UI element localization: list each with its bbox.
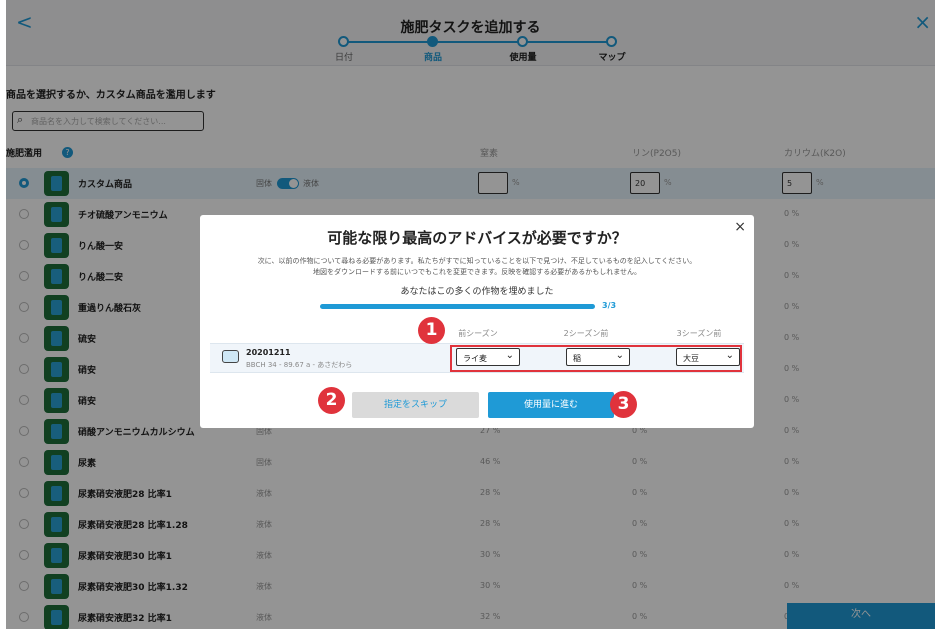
advice-modal: × 可能な限り最高のアドバイスが必要ですか？ 次に、以前の作物について尋ねる必要… bbox=[200, 215, 754, 428]
annotation-badge-2: 2 bbox=[318, 387, 345, 414]
modal-title: 可能な限り最高のアドバイスが必要ですか？ bbox=[327, 229, 627, 247]
chevron-down-icon: ⌄ bbox=[615, 350, 624, 361]
annotation-badge-1: 1 bbox=[418, 317, 445, 344]
column-prev-season: 前シーズン bbox=[458, 329, 498, 338]
crops-filled-label: あなたはこの多くの作物を埋めました bbox=[400, 287, 554, 297]
modal-description-line1: 次に、以前の作物について尋ねる必要があります。私たちがすでに知っていることを以下… bbox=[257, 257, 697, 265]
crop-select-prev-season[interactable]: ライ麦 ⌄ bbox=[456, 348, 520, 366]
crops-progress-bar bbox=[320, 304, 595, 309]
crop-select-3-seasons-ago[interactable]: 大豆 ⌄ bbox=[676, 348, 740, 366]
annotation-badge-3: 3 bbox=[610, 391, 637, 418]
modal-description-line2: 地図をダウンロードする前にいつでもこれを変更できます。反映を確認する必要があるか… bbox=[312, 268, 642, 276]
field-name: 20201211 bbox=[246, 348, 291, 357]
modal-description: 次に、以前の作物について尋ねる必要があります。私たちがすでに知っていることを以下… bbox=[224, 256, 730, 278]
chevron-down-icon: ⌄ bbox=[725, 350, 734, 361]
crop-select-value: ライ麦 bbox=[463, 354, 487, 363]
skip-button[interactable]: 指定をスキップ bbox=[352, 392, 479, 418]
field-row: 20201211 BBCH 34 - 89.67 a - あさだわら ライ麦 ⌄… bbox=[210, 343, 744, 373]
proceed-to-amount-button[interactable]: 使用量に進む bbox=[488, 392, 614, 418]
field-info: BBCH 34 - 89.67 a - あさだわら bbox=[246, 361, 353, 369]
column-3-seasons-ago: 3シーズン前 bbox=[676, 329, 722, 338]
crop-select-value: 稲 bbox=[573, 354, 581, 363]
column-2-seasons-ago: 2シーズン前 bbox=[563, 329, 609, 338]
field-shape-icon bbox=[222, 350, 239, 363]
chevron-down-icon: ⌄ bbox=[505, 350, 514, 361]
crop-select-value: 大豆 bbox=[683, 354, 699, 363]
crop-select-2-seasons-ago[interactable]: 稲 ⌄ bbox=[566, 348, 630, 366]
crops-progress-text: 3/3 bbox=[602, 301, 617, 310]
app-window: < 施肥タスクを追加する × 日付 商品 使用量 マップ 商品を選択するか、カス… bbox=[6, 0, 935, 629]
